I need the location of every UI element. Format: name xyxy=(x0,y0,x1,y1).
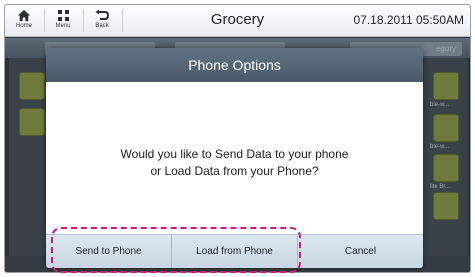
top-bar: Home Menu Back Grocery 07.18.2011 05:50A… xyxy=(5,5,470,37)
home-label: Home xyxy=(15,23,32,29)
dialog-message-line: Would you like to Send Data to your phon… xyxy=(120,147,349,161)
background-tile-label: ble-w... xyxy=(430,144,450,150)
load-from-phone-button[interactable]: Load from Phone xyxy=(172,235,298,268)
nav-divider xyxy=(83,10,84,32)
menu-label: Menu xyxy=(55,23,71,29)
nav-divider xyxy=(122,10,123,32)
background-tile xyxy=(433,154,459,182)
dialog-body: Would you like to Send Data to your phon… xyxy=(46,82,423,234)
background-tile xyxy=(19,108,45,136)
background-tile xyxy=(19,72,45,100)
back-arrow-icon xyxy=(95,9,110,20)
menu-button[interactable]: Menu xyxy=(48,7,78,35)
background-tile xyxy=(433,72,459,100)
dialog-button-bar: Send to Phone Load from Phone Cancel xyxy=(46,234,423,268)
nav-divider xyxy=(44,10,45,32)
cancel-button[interactable]: Cancel xyxy=(298,235,423,268)
back-button[interactable]: Back xyxy=(87,7,117,35)
dialog-title: Phone Options xyxy=(46,48,423,82)
phone-options-dialog: Phone Options Would you like to Send Dat… xyxy=(46,48,423,268)
background-tile-label: lite Br... xyxy=(430,184,451,190)
back-label: Back xyxy=(95,23,109,29)
page-title: Grocery xyxy=(210,11,265,28)
date-time: 07.18.2011 05:50AM xyxy=(353,13,464,27)
home-icon xyxy=(18,10,30,21)
dialog-message-line: or Load Data from your Phone? xyxy=(150,164,319,178)
grid-menu-icon xyxy=(57,10,69,21)
background-tile-label: ble-w... xyxy=(430,102,450,108)
background-tile xyxy=(433,192,459,220)
home-button[interactable]: Home xyxy=(9,7,39,35)
dialog-message: Would you like to Send Data to your phon… xyxy=(121,146,349,180)
send-to-phone-button[interactable]: Send to Phone xyxy=(46,235,172,268)
background-tile xyxy=(433,114,459,142)
